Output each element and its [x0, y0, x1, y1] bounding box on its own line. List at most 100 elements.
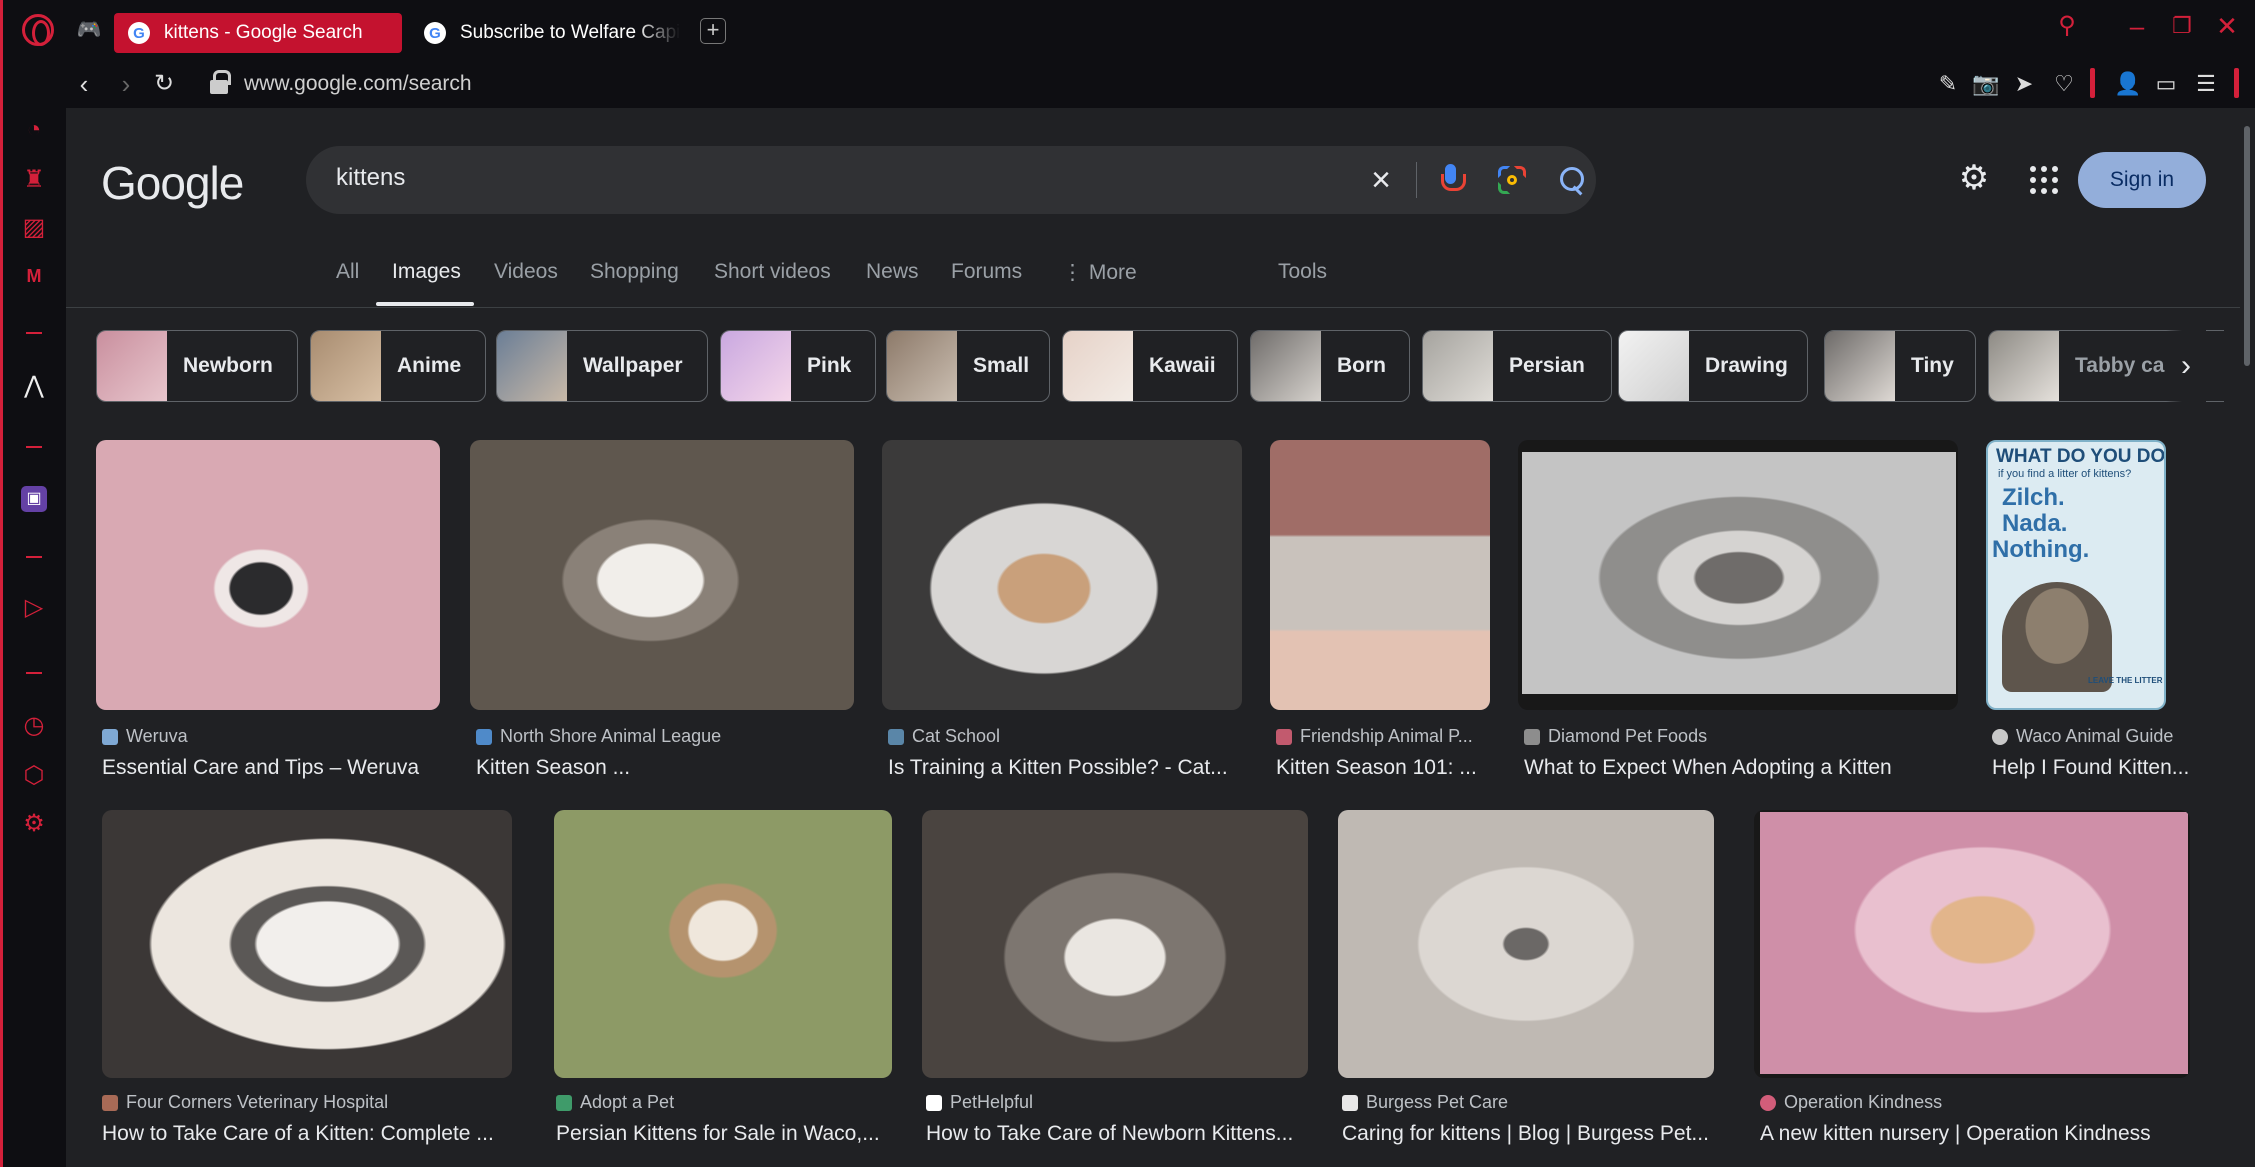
result-source[interactable]: Friendship Animal P... [1276, 726, 1473, 747]
speed-limiter-icon[interactable]: ◔ [18, 114, 50, 146]
result-image[interactable] [882, 440, 1242, 710]
result-title[interactable]: Persian Kittens for Sale in Waco,... [556, 1122, 896, 1146]
tab-shopping[interactable]: Shopping [590, 260, 679, 284]
image-result[interactable]: Four Corners Veterinary Hospital How to … [96, 810, 580, 1160]
tab-more[interactable]: ⋮ More [1062, 260, 1137, 285]
image-result[interactable]: Operation Kindness A new kitten nursery … [1754, 810, 2194, 1160]
result-image[interactable] [554, 810, 892, 1078]
chip-pink[interactable]: Pink [720, 330, 876, 402]
send-icon[interactable]: ➤ [2008, 66, 2040, 102]
result-title[interactable]: What to Expect When Adopting a Kitten [1524, 756, 1960, 780]
result-source[interactable]: Diamond Pet Foods [1524, 726, 1707, 747]
result-source[interactable]: Adopt a Pet [556, 1092, 674, 1113]
chip-anime[interactable]: Anime [310, 330, 486, 402]
snap-edit-icon[interactable]: ✎ [1932, 66, 1964, 102]
result-source[interactable]: Burgess Pet Care [1342, 1092, 1508, 1113]
tab-short-videos[interactable]: Short videos [714, 260, 831, 284]
gx-controller-icon[interactable]: 🎮 [76, 18, 102, 42]
settings-gear-icon[interactable]: ⚙ [18, 808, 50, 840]
result-source[interactable]: Operation Kindness [1760, 1092, 1942, 1113]
tab-videos[interactable]: Videos [494, 260, 558, 284]
result-source[interactable]: PetHelpful [926, 1092, 1033, 1113]
restore-button[interactable]: ❐ [2160, 8, 2204, 44]
player-icon[interactable]: ▷ [18, 592, 50, 624]
cleaner-icon[interactable]: ♜ [18, 164, 50, 196]
result-source[interactable]: Weruva [102, 726, 188, 747]
chip-small[interactable]: Small [886, 330, 1050, 402]
tab-kittens-search[interactable]: G kittens - Google Search [114, 13, 402, 53]
result-title[interactable]: Essential Care and Tips – Weruva [102, 756, 442, 780]
image-result[interactable]: Cat School Is Training a Kitten Possible… [882, 440, 1242, 790]
reload-button[interactable]: ↻ [146, 66, 182, 102]
twitch-icon[interactable]: ▣ [21, 486, 47, 512]
url-field[interactable]: www.google.com/search [244, 68, 472, 100]
opera-logo-icon[interactable] [22, 14, 54, 46]
result-source[interactable]: Cat School [888, 726, 1000, 747]
image-result[interactable]: Adopt a Pet Persian Kittens for Sale in … [550, 810, 894, 1160]
result-title[interactable]: Kitten Season ... [476, 756, 856, 780]
result-image[interactable] [102, 810, 512, 1078]
wallpaper-icon[interactable]: ▨ [18, 212, 50, 244]
extensions-icon[interactable]: ⬡ [18, 760, 50, 792]
search-submit-icon[interactable] [1552, 160, 1592, 200]
result-title[interactable]: How to Take Care of Newborn Kittens... [926, 1122, 1308, 1146]
result-image[interactable] [96, 440, 440, 710]
mods-icon[interactable]: M [18, 260, 50, 292]
tools-button[interactable]: Tools [1278, 260, 1327, 284]
chip-wallpaper[interactable]: Wallpaper [496, 330, 708, 402]
result-title[interactable]: Caring for kittens | Blog | Burgess Pet.… [1342, 1122, 1714, 1146]
tab-images[interactable]: Images [392, 260, 461, 284]
tab-forums[interactable]: Forums [951, 260, 1022, 284]
chip-persian[interactable]: Persian [1422, 330, 1612, 402]
result-image[interactable] [1270, 440, 1490, 710]
scrollbar-thumb[interactable] [2244, 126, 2250, 366]
tab-welfare-capital[interactable]: G Subscribe to Welfare Capi [410, 13, 685, 53]
result-image[interactable] [470, 440, 854, 710]
result-title[interactable]: Is Training a Kitten Possible? - Cat... [888, 756, 1244, 780]
page-scrollbar[interactable] [2240, 108, 2255, 1167]
tab-news[interactable]: News [866, 260, 919, 284]
result-image[interactable]: WHAT DO YOU DO if you find a litter of k… [1986, 440, 2166, 710]
image-result[interactable]: Burgess Pet Care Caring for kittens | Bl… [1336, 810, 1716, 1160]
image-result[interactable]: Weruva Essential Care and Tips – Weruva [96, 440, 440, 790]
chip-born[interactable]: Born [1250, 330, 1410, 402]
google-logo[interactable]: Google [101, 156, 244, 210]
result-image[interactable] [1338, 810, 1714, 1078]
chip-kawaii[interactable]: Kawaii [1062, 330, 1238, 402]
lock-icon[interactable] [210, 70, 231, 94]
close-window-button[interactable]: ✕ [2205, 8, 2249, 44]
image-result[interactable]: Diamond Pet Foods What to Expect When Ad… [1518, 440, 1958, 790]
result-source[interactable]: Four Corners Veterinary Hospital [102, 1092, 388, 1113]
result-source[interactable]: Waco Animal Guide [1992, 726, 2173, 747]
search-input[interactable]: kittens [336, 164, 405, 192]
image-result[interactable]: PetHelpful How to Take Care of Newborn K… [920, 810, 1312, 1160]
result-title[interactable]: A new kitten nursery | Operation Kindnes… [1760, 1122, 2190, 1146]
google-apps-icon[interactable] [2024, 160, 2060, 196]
back-button[interactable]: ‹ [66, 66, 102, 102]
image-result[interactable]: Friendship Animal P... Kitten Season 101… [1270, 440, 1490, 790]
image-result[interactable]: North Shore Animal League Kitten Season … [470, 440, 854, 790]
clear-search-icon[interactable]: × [1361, 160, 1401, 200]
easy-setup-icon[interactable]: ☰ [2190, 66, 2222, 102]
image-result[interactable]: WHAT DO YOU DO if you find a litter of k… [1986, 440, 2189, 790]
forward-button[interactable]: › [108, 66, 144, 102]
result-source[interactable]: North Shore Animal League [476, 726, 721, 747]
heart-icon[interactable]: ♡ [2048, 66, 2080, 102]
camera-icon[interactable]: 📷 [1970, 66, 2002, 102]
settings-icon[interactable]: ⚙ [1954, 158, 1994, 198]
new-tab-button[interactable]: + [700, 18, 726, 44]
chip-tiny[interactable]: Tiny [1824, 330, 1976, 402]
search-box[interactable]: kittens × [306, 146, 1596, 214]
minimize-button[interactable]: – [2115, 8, 2159, 44]
result-title[interactable]: Kitten Season 101: ... [1276, 756, 1492, 780]
result-image[interactable] [1754, 810, 2190, 1078]
result-title[interactable]: How to Take Care of a Kitten: Complete .… [102, 1122, 512, 1146]
sign-in-button[interactable]: Sign in [2078, 152, 2206, 208]
google-lens-icon[interactable] [1492, 160, 1532, 200]
result-image[interactable] [922, 810, 1308, 1078]
account-icon[interactable]: 👤 [2112, 66, 2144, 102]
chip-drawing[interactable]: Drawing [1618, 330, 1808, 402]
history-icon[interactable]: ◷ [18, 710, 50, 742]
battery-icon[interactable]: ▭ [2150, 66, 2182, 102]
chips-next-icon[interactable]: › [2166, 330, 2206, 402]
